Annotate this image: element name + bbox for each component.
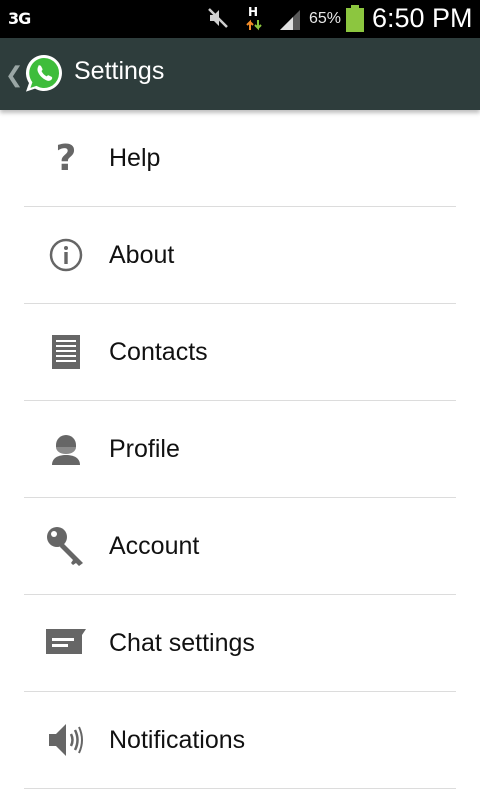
info-circle-icon (40, 233, 92, 277)
status-clock: 6:50 PM (372, 3, 473, 33)
divider (24, 788, 456, 789)
settings-item-label: Chat settings (109, 629, 255, 657)
whatsapp-logo-icon[interactable] (22, 52, 66, 101)
settings-item-contacts[interactable]: Contacts (0, 304, 480, 401)
settings-item-label: Notifications (109, 726, 246, 754)
question-mark-icon: ? (40, 136, 92, 180)
speaker-icon (40, 718, 92, 762)
settings-item-label: About (109, 241, 175, 269)
settings-item-chat-settings[interactable]: Chat settings (0, 595, 480, 692)
settings-item-label: Profile (109, 435, 180, 463)
signal-strength-icon (278, 9, 302, 36)
settings-item-label: Help (109, 144, 161, 172)
svg-text:?: ? (56, 138, 77, 178)
key-icon (40, 524, 92, 568)
contacts-list-icon (40, 330, 92, 374)
battery-percentage: 65% (309, 10, 342, 27)
data-activity-icon: H (245, 4, 267, 37)
chevron-left-icon[interactable]: ❮ (5, 62, 23, 88)
page-title: Settings (74, 57, 165, 85)
settings-item-help[interactable]: ? Help (0, 110, 480, 207)
settings-item-account[interactable]: Account (0, 498, 480, 595)
action-bar: ❮ Settings (0, 38, 480, 110)
settings-item-profile[interactable]: Profile (0, 401, 480, 498)
battery-icon (345, 5, 365, 38)
status-bar: 3G H 65% 6:50 PM (0, 0, 480, 38)
settings-item-label: Account (109, 532, 200, 560)
data-type-label: H (248, 5, 258, 19)
settings-list: ? Help About Contacts Profile Account Ch… (0, 110, 480, 789)
network-type-indicator: 3G (8, 9, 31, 28)
settings-item-notifications[interactable]: Notifications (0, 692, 480, 789)
settings-item-label: Contacts (109, 338, 208, 366)
chat-bubble-icon (40, 621, 92, 665)
mute-icon (207, 7, 229, 34)
person-icon (40, 427, 92, 471)
settings-item-about[interactable]: About (0, 207, 480, 304)
